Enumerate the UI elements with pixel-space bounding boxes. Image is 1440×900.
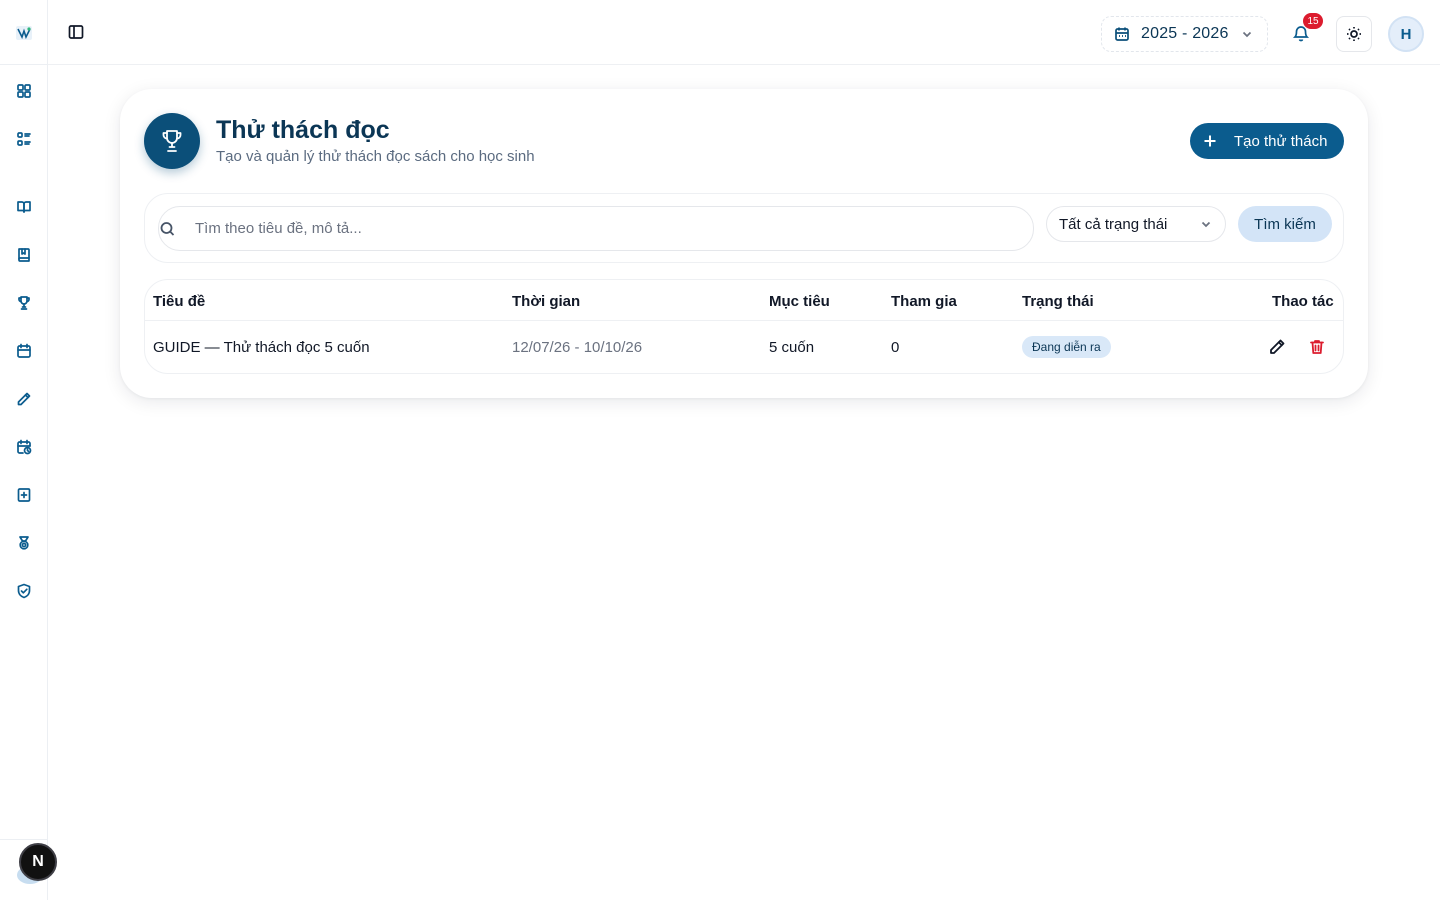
- challenges-table: Tiêu đề Thời gian Mục tiêu Tham gia Trạn…: [144, 279, 1344, 374]
- create-challenge-button[interactable]: Tạo thử thách: [1190, 123, 1344, 159]
- column-header-actions: Thao tác: [1272, 293, 1334, 310]
- column-header-target[interactable]: Mục tiêu: [769, 293, 830, 310]
- page-header-icon: [144, 113, 200, 169]
- calendar-clock-icon: [17, 439, 32, 455]
- row-title[interactable]: GUIDE — Thử thách đọc 5 cuốn: [153, 339, 370, 356]
- shield-check-icon: [17, 583, 31, 599]
- dashboard-icon: [17, 84, 31, 98]
- sidebar-item-schedule[interactable]: [14, 437, 34, 457]
- school-year-value: 2025 - 2026: [1141, 25, 1229, 42]
- sidebar-item-security[interactable]: [14, 581, 34, 601]
- school-year-select[interactable]: 2025 - 2026: [1101, 16, 1268, 52]
- column-header-status[interactable]: Trạng thái: [1022, 293, 1094, 310]
- notification-count-badge: 15: [1303, 13, 1323, 29]
- medal-icon: [19, 536, 29, 550]
- sidebar-item-writing[interactable]: [14, 389, 34, 409]
- table-divider: [145, 320, 1343, 321]
- pencil-icon: [1270, 339, 1285, 354]
- trophy-icon: [162, 130, 182, 152]
- search-box[interactable]: [158, 206, 1034, 251]
- status-filter-value: Tất cả trạng thái: [1059, 215, 1168, 233]
- column-header-participants[interactable]: Tham gia: [891, 293, 957, 310]
- edit-button[interactable]: [1268, 338, 1286, 356]
- app-logo-icon[interactable]: [14, 23, 34, 43]
- status-badge: Đang diễn ra: [1022, 336, 1111, 358]
- list-icon: [17, 132, 31, 146]
- filter-panel: Tất cả trạng thái Tìm kiếm: [144, 193, 1344, 263]
- page-title: Thử thách đọc: [216, 116, 390, 144]
- sidebar: N: [0, 0, 57, 900]
- sidebar-item-reading[interactable]: [14, 197, 34, 217]
- delete-button[interactable]: [1308, 338, 1326, 356]
- book-plus-icon: [17, 488, 31, 502]
- status-filter-select[interactable]: Tất cả trạng thái: [1046, 206, 1226, 242]
- column-header-title[interactable]: Tiêu đề: [153, 293, 205, 310]
- pen-icon: [17, 392, 31, 406]
- sidebar-item-awards[interactable]: [14, 533, 34, 553]
- sidebar-item-list[interactable]: [14, 129, 34, 149]
- trash-icon: [1310, 340, 1324, 354]
- chevron-down-icon: [1242, 31, 1251, 38]
- sidebar-divider: [0, 839, 47, 840]
- sidebar-panel-icon: [68, 25, 84, 39]
- chevron-down-icon: [1201, 221, 1211, 228]
- book-icon: [18, 248, 30, 262]
- sun-icon: [1347, 27, 1361, 41]
- row-period: 12/07/26 - 10/10/26: [512, 339, 643, 356]
- search-input[interactable]: [195, 220, 1015, 237]
- column-header-period[interactable]: Thời gian: [512, 293, 580, 310]
- row-participants: 0: [891, 339, 900, 356]
- sidebar-item-add-book[interactable]: [14, 485, 34, 505]
- book-open-icon: [17, 201, 31, 213]
- search-button[interactable]: Tìm kiếm: [1238, 206, 1332, 242]
- toggle-sidebar-button[interactable]: [68, 24, 88, 44]
- trophy-icon: [18, 296, 30, 310]
- sidebar-item-library[interactable]: [14, 245, 34, 265]
- sidebar-item-challenges[interactable]: [14, 293, 34, 313]
- sidebar-divider: [0, 64, 47, 65]
- theme-toggle-button[interactable]: [1336, 16, 1372, 52]
- search-icon: [160, 222, 175, 236]
- sidebar-item-calendar[interactable]: [14, 341, 34, 361]
- calendar-icon: [1115, 27, 1129, 41]
- plus-icon: [1204, 135, 1216, 147]
- sidebar-item-dashboard[interactable]: [14, 81, 34, 101]
- dev-tools-button[interactable]: N: [19, 843, 57, 881]
- topbar: 2025 - 2026 15 H: [48, 0, 1440, 65]
- row-target: 5 cuốn: [769, 339, 815, 356]
- page-subtitle: Tạo và quản lý thử thách đọc sách cho họ…: [216, 148, 535, 165]
- calendar-icon: [17, 343, 31, 358]
- challenges-card: Thử thách đọc Tạo và quản lý thử thách đ…: [120, 89, 1368, 398]
- create-challenge-label: Tạo thử thách: [1234, 132, 1328, 150]
- user-avatar[interactable]: H: [1388, 16, 1424, 52]
